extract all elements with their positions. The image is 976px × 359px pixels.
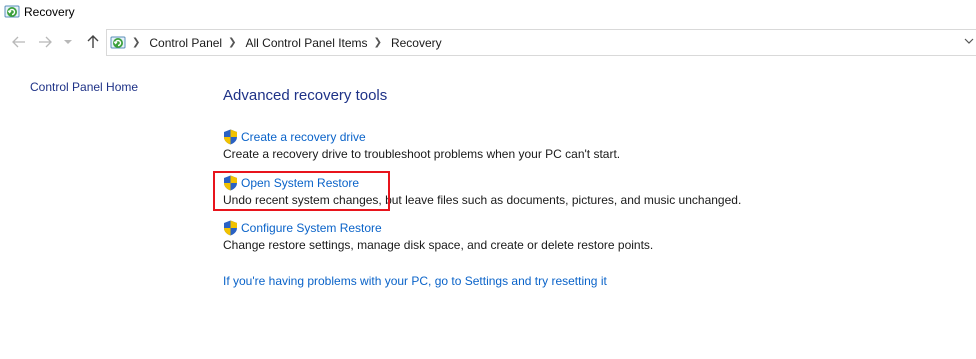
- task-configure-system-restore: Configure System Restore Change restore …: [223, 220, 653, 252]
- shield-icon: [224, 129, 237, 145]
- task-description: Create a recovery drive to troubleshoot …: [223, 147, 621, 161]
- chevron-right-icon[interactable]: ❯: [374, 37, 382, 48]
- chevron-right-icon[interactable]: ❯: [132, 37, 140, 48]
- page-heading: Advanced recovery tools: [223, 87, 388, 104]
- control-panel-home-link[interactable]: Control Panel Home: [30, 80, 138, 94]
- highlight-annotation: [213, 171, 390, 211]
- recovery-icon: [4, 5, 20, 18]
- shield-icon: [224, 220, 237, 236]
- recovery-icon: [110, 36, 126, 48]
- breadcrumb-recovery[interactable]: Recovery: [391, 36, 442, 50]
- arrow-left-icon[interactable]: [10, 33, 28, 51]
- breadcrumb-control-panel[interactable]: Control Panel: [149, 36, 222, 50]
- configure-system-restore-link[interactable]: Configure System Restore: [241, 221, 382, 235]
- breadcrumb-all-items[interactable]: All Control Panel Items: [246, 36, 368, 50]
- task-create-recovery-drive: Create a recovery drive Create a recover…: [223, 129, 620, 161]
- navigation-bar: ❯ Control Panel ❯ All Control Panel Item…: [0, 28, 976, 58]
- arrow-up-icon[interactable]: [84, 33, 102, 51]
- chevron-right-icon[interactable]: ❯: [228, 37, 236, 48]
- address-bar[interactable]: ❯ Control Panel ❯ All Control Panel Item…: [106, 29, 976, 56]
- task-description: Change restore settings, manage disk spa…: [223, 238, 654, 252]
- chevron-down-icon[interactable]: [62, 33, 74, 51]
- title-bar: Recovery: [0, 0, 976, 26]
- reset-pc-link[interactable]: If you're having problems with your PC, …: [223, 274, 607, 288]
- chevron-down-icon[interactable]: [964, 37, 974, 47]
- arrow-right-icon[interactable]: [36, 33, 54, 51]
- recovery-window: Recovery ❯ Control Panel ❯ All Control P…: [0, 0, 976, 359]
- window-title: Recovery: [24, 5, 75, 19]
- create-recovery-drive-link[interactable]: Create a recovery drive: [241, 130, 366, 144]
